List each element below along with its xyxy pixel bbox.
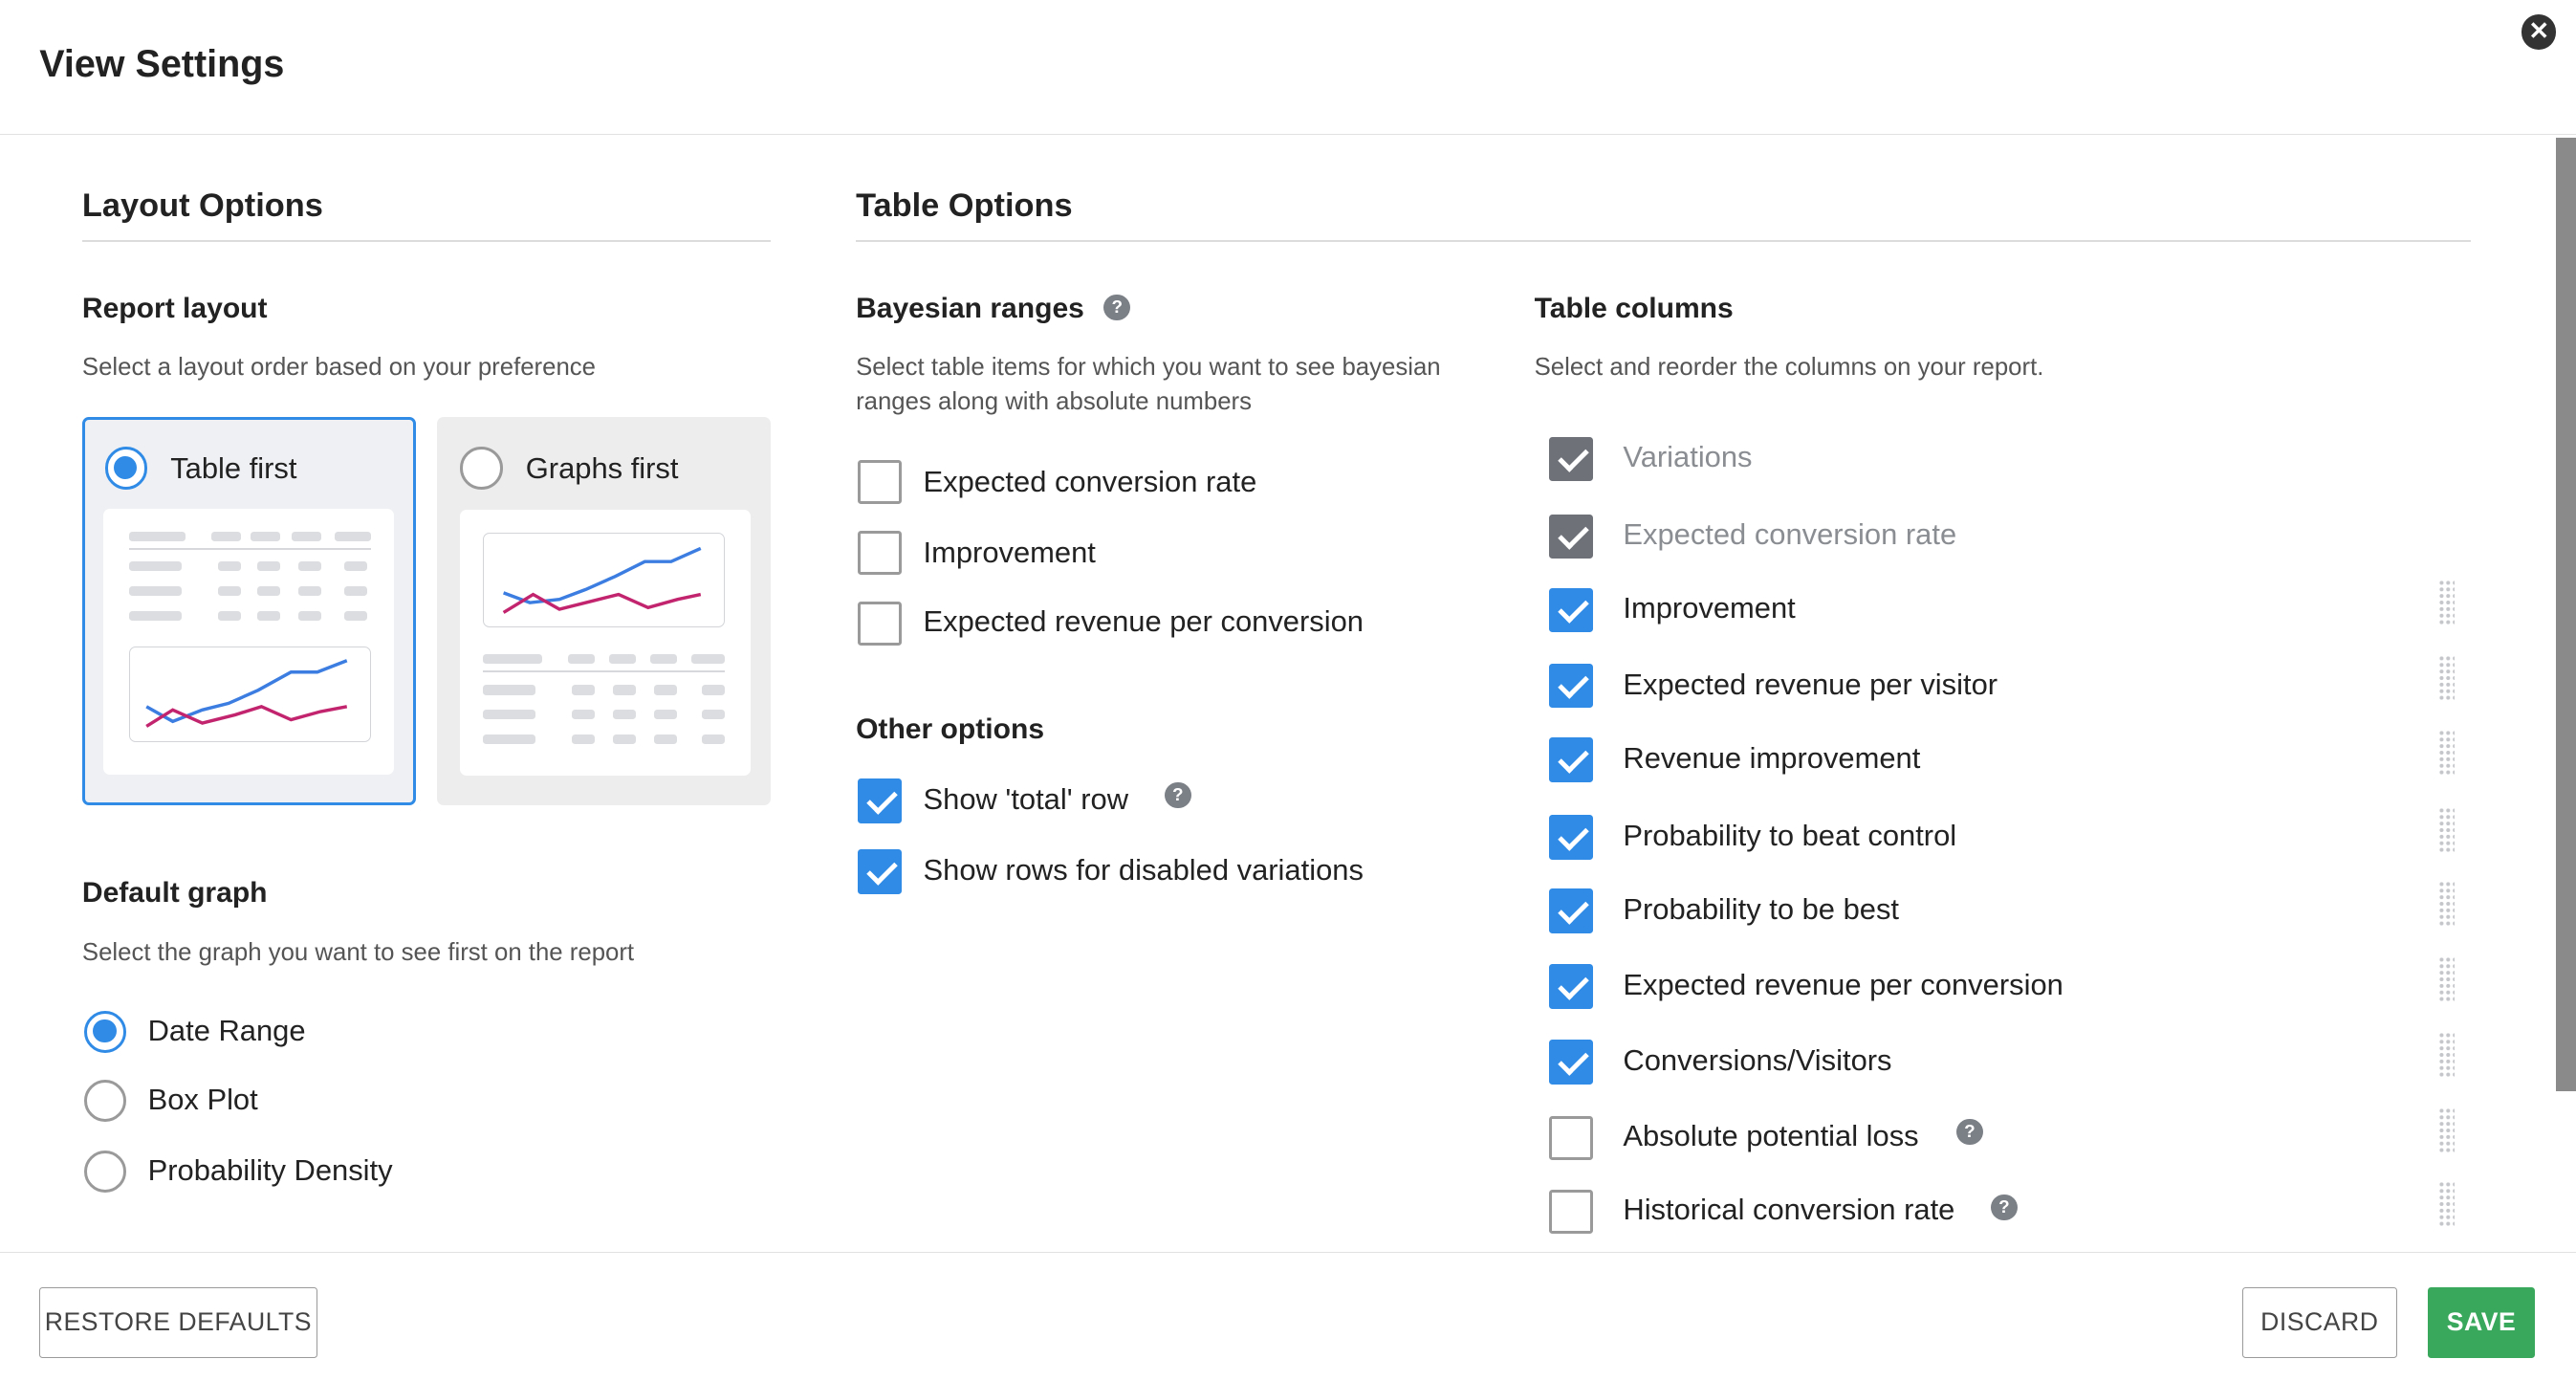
default-graph-title: Default graph: [81, 877, 268, 910]
column-conversions-visitors-checkbox[interactable]: [1549, 1040, 1594, 1085]
drag-handle-icon[interactable]: [2437, 955, 2455, 1002]
show-disabled-variations-label: Show rows for disabled variations: [923, 852, 1364, 887]
graphs-first-label: Graphs first: [525, 451, 679, 486]
column-historical-conversion-rate-checkbox[interactable]: [1549, 1189, 1594, 1235]
close-icon[interactable]: ✕: [2521, 14, 2557, 50]
date-range-radio[interactable]: [83, 1010, 127, 1054]
scrollbar-thumb[interactable]: [2556, 138, 2576, 1091]
column-improvement-label: Improvement: [1623, 591, 1796, 625]
column-expected-revenue-per-visitor-label: Expected revenue per visitor: [1623, 667, 1998, 701]
bayesian-expected-conversion-rate-label: Expected conversion rate: [923, 465, 1257, 499]
bayesian-ranges-description: Select table items for which you want to…: [856, 353, 1441, 415]
bayesian-expected-revenue-per-conversion-label: Expected revenue per conversion: [923, 604, 1364, 639]
restore-defaults-button[interactable]: RESTORE DEFAULTS: [39, 1287, 317, 1359]
box-plot-label: Box Plot: [147, 1083, 258, 1117]
drag-handle-icon[interactable]: [2437, 1181, 2455, 1228]
table-columns-title: Table columns: [1534, 292, 1734, 324]
table-first-preview: [102, 509, 394, 776]
bayesian-ranges-help-icon[interactable]: ?: [1103, 294, 1130, 320]
table-options-divider: [856, 239, 2471, 242]
default-graph-description: Select the graph you want to see first o…: [81, 938, 635, 966]
table-options-title: Table Options: [856, 186, 1073, 224]
bayesian-expected-conversion-rate-checkbox[interactable]: [857, 460, 903, 505]
table-columns-description: Select and reorder the columns on your r…: [1534, 353, 2044, 381]
discard-button[interactable]: DISCARD: [2242, 1287, 2397, 1359]
column-probability-to-be-best-label: Probability to be best: [1623, 891, 1900, 926]
save-button[interactable]: SAVE: [2428, 1287, 2535, 1359]
column-expected-revenue-per-conversion-checkbox[interactable]: [1549, 964, 1594, 1009]
column-probability-to-be-best-checkbox[interactable]: [1549, 888, 1594, 933]
column-improvement-checkbox[interactable]: [1549, 588, 1594, 633]
other-options-title: Other options: [856, 712, 1045, 745]
show-total-row-checkbox[interactable]: [857, 778, 903, 823]
mini-line-chart: [483, 532, 725, 628]
historical-conversion-rate-help-icon[interactable]: ?: [1991, 1194, 2018, 1221]
dialog-title: View Settings: [39, 42, 285, 85]
bayesian-improvement-label: Improvement: [923, 536, 1096, 570]
column-variations-label: Variations: [1623, 440, 1753, 474]
column-variations-checkbox: [1549, 436, 1594, 482]
probability-density-radio[interactable]: [83, 1150, 127, 1194]
drag-handle-icon[interactable]: [2437, 1031, 2455, 1078]
drag-handle-icon[interactable]: [2437, 729, 2455, 776]
bayesian-ranges-title: Bayesian ranges: [856, 292, 1084, 324]
column-probability-to-beat-control-label: Probability to beat control: [1623, 818, 1957, 852]
show-total-row-help-icon[interactable]: ?: [1165, 781, 1191, 809]
show-total-row-label: Show 'total' row: [923, 781, 1129, 816]
column-conversions-visitors-label: Conversions/Visitors: [1623, 1042, 1892, 1077]
probability-density-label: Probability Density: [147, 1153, 393, 1188]
column-expected-revenue-per-visitor-checkbox[interactable]: [1549, 664, 1594, 709]
column-expected-conversion-rate-checkbox: [1549, 514, 1594, 559]
column-absolute-potential-loss-label: Absolute potential loss: [1623, 1118, 1919, 1152]
box-plot-radio[interactable]: [83, 1079, 127, 1123]
report-layout-description: Select a layout order based on your pref…: [81, 353, 597, 381]
scrollbar[interactable]: [2556, 138, 2576, 1091]
column-absolute-potential-loss-checkbox[interactable]: [1549, 1115, 1594, 1160]
mini-line-chart: [129, 647, 371, 743]
bayesian-expected-revenue-per-conversion-checkbox[interactable]: [857, 601, 903, 647]
drag-handle-icon[interactable]: [2437, 880, 2455, 927]
show-disabled-variations-checkbox[interactable]: [857, 849, 903, 894]
drag-handle-icon[interactable]: [2437, 806, 2455, 853]
drag-handle-icon[interactable]: [2437, 1107, 2455, 1154]
layout-card-graphs-first[interactable]: Graphs first: [436, 417, 771, 805]
layout-options-divider: [81, 239, 771, 242]
drag-handle-icon[interactable]: [2437, 655, 2455, 702]
column-revenue-improvement-label: Revenue improvement: [1623, 740, 1921, 775]
column-expected-conversion-rate-label: Expected conversion rate: [1623, 517, 1957, 552]
layout-card-table-first[interactable]: Table first: [81, 417, 416, 805]
column-revenue-improvement-checkbox[interactable]: [1549, 737, 1594, 782]
absolute-potential-loss-help-icon[interactable]: ?: [1956, 1118, 1983, 1146]
bayesian-improvement-checkbox[interactable]: [857, 530, 903, 576]
dialog-header: View Settings ✕: [0, 0, 2576, 135]
date-range-label: Date Range: [147, 1014, 306, 1047]
column-probability-to-beat-control-checkbox[interactable]: [1549, 815, 1594, 860]
graphs-first-radio[interactable]: [460, 447, 503, 490]
view-settings-dialog: View Settings ✕ Layout Options Report la…: [0, 0, 2576, 1381]
table-first-label: Table first: [170, 451, 297, 485]
graphs-first-preview: [460, 509, 752, 776]
column-historical-conversion-rate-label: Historical conversion rate: [1623, 1193, 1955, 1227]
report-layout-title: Report layout: [81, 292, 268, 324]
column-expected-revenue-per-conversion-label: Expected revenue per conversion: [1623, 967, 2063, 1001]
dialog-footer: RESTORE DEFAULTS DISCARD SAVE: [0, 1252, 2576, 1381]
drag-handle-icon[interactable]: [2437, 580, 2455, 626]
table-first-radio[interactable]: [104, 446, 148, 490]
layout-options-title: Layout Options: [81, 186, 323, 224]
